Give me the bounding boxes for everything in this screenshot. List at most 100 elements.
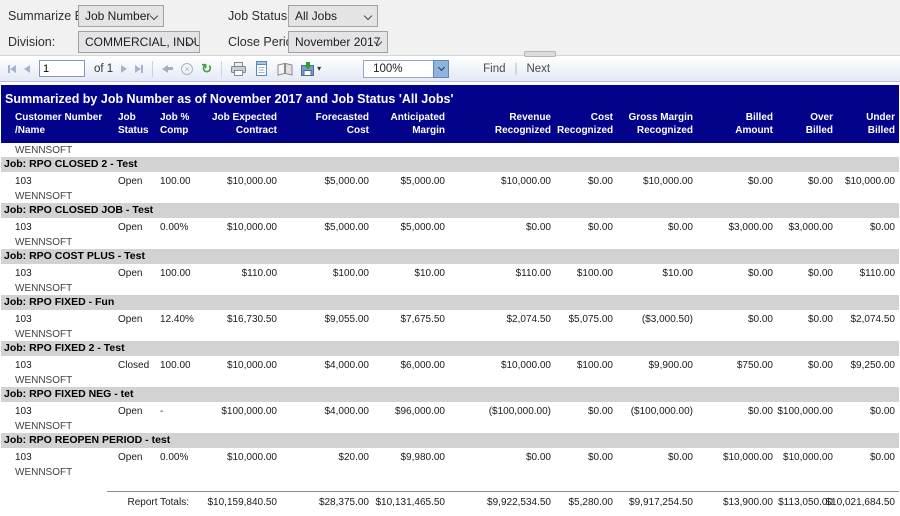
job-group-row: Job: RPO FIXED - Fun	[1, 295, 899, 310]
detail-cell: $750.00	[697, 356, 777, 373]
detail-cell: $100,000.00	[777, 402, 837, 419]
report-title: Summarized by Job Number as of November …	[5, 92, 453, 106]
detail-cell: $0.00	[555, 172, 617, 189]
stop-icon: ×	[181, 63, 193, 75]
detail-cell: $10,000.00	[837, 172, 899, 189]
refresh-button[interactable]: ↻	[197, 62, 216, 75]
export-caret-icon: ▾	[317, 64, 321, 73]
next-page-icon	[121, 65, 127, 73]
detail-cell: $10,000.00	[199, 448, 281, 465]
detail-cell: 103	[1, 356, 107, 373]
detail-cell: $0.00	[697, 172, 777, 189]
find-area: Find | Next	[483, 63, 550, 75]
detail-cell: $4,000.00	[281, 402, 373, 419]
detail-cell: 103	[1, 448, 107, 465]
export-button[interactable]: ▾	[297, 62, 325, 76]
print-layout-button[interactable]	[250, 61, 273, 76]
column-header: Revenue Recognized	[449, 109, 555, 143]
job-group-row: Job: RPO COST PLUS - Test	[1, 249, 899, 264]
detail-cell: 100.00	[157, 356, 199, 373]
detail-cell: $0.00	[837, 402, 899, 419]
first-page-button[interactable]	[4, 65, 20, 73]
zoom-dropdown-button[interactable]	[433, 60, 449, 78]
detail-cell: $2,074.50	[837, 310, 899, 327]
detail-cell: $0.00	[697, 264, 777, 281]
stop-button[interactable]: ×	[177, 63, 197, 75]
page-setup-button[interactable]	[273, 62, 297, 76]
next-page-button[interactable]	[117, 65, 131, 73]
report-total-cell: $10,021,684.50	[837, 491, 899, 508]
detail-cell: $110.00	[449, 264, 555, 281]
job-group-label: Job: RPO REOPEN PERIOD - test	[1, 433, 899, 448]
detail-cell: $96,000.00	[373, 402, 449, 419]
previous-page-button[interactable]	[20, 65, 34, 73]
detail-cell: $6,000.00	[373, 356, 449, 373]
printer-icon	[231, 62, 246, 76]
detail-cell: $5,000.00	[281, 172, 373, 189]
job-status-select[interactable]: All Jobs	[288, 5, 378, 27]
detail-cell: $9,900.00	[617, 356, 697, 373]
job-group-row: Job: RPO CLOSED 2 - Test	[1, 157, 899, 172]
detail-row: 103Open12.40%$16,730.50$9,055.00$7,675.5…	[1, 310, 899, 327]
back-to-parent-button[interactable]	[158, 65, 177, 73]
detail-cell: $100.00	[555, 264, 617, 281]
report-total-cell: $5,280.00	[555, 491, 617, 508]
detail-row: 103Open0.00%$10,000.00$5,000.00$5,000.00…	[1, 218, 899, 235]
job-group-label: Job: RPO FIXED 2 - Test	[1, 341, 899, 356]
column-header: Job Status	[107, 109, 157, 143]
next-button[interactable]: Next	[526, 63, 550, 75]
report-total-cell: $10,131,465.50	[373, 491, 449, 508]
detail-cell: 0.00%	[157, 218, 199, 235]
customer-name-row: WENNSOFT	[1, 465, 899, 479]
detail-cell: $0.00	[837, 448, 899, 465]
customer-name-cell: WENNSOFT	[1, 281, 899, 295]
find-button[interactable]: Find	[483, 63, 505, 75]
chevron-down-icon	[438, 64, 445, 71]
detail-cell: $3,000.00	[697, 218, 777, 235]
page-number-input[interactable]	[39, 60, 85, 77]
job-group-row: Job: RPO CLOSED JOB - Test	[1, 203, 899, 218]
report-total-cell: $28,375.00	[281, 491, 373, 508]
detail-cell: 12.40%	[157, 310, 199, 327]
detail-cell: $3,000.00	[777, 218, 837, 235]
detail-cell: $0.00	[697, 402, 777, 419]
detail-row: 103Open-$100,000.00$4,000.00$96,000.00($…	[1, 402, 899, 419]
detail-cell: 103	[1, 264, 107, 281]
detail-cell: ($100,000.00)	[449, 402, 555, 419]
chevron-down-icon	[150, 12, 158, 20]
customer-name-cell: WENNSOFT	[1, 235, 899, 249]
toolbar-separator	[152, 61, 153, 77]
detail-cell: Open	[107, 448, 157, 465]
print-button[interactable]	[227, 62, 250, 76]
toolbar-separator	[221, 61, 222, 77]
division-select[interactable]: COMMERCIAL, INDUS	[78, 31, 200, 53]
customer-name-row: WENNSOFT	[1, 327, 899, 341]
export-icon	[301, 62, 315, 76]
column-header: Billed Amount	[697, 109, 777, 143]
zoom-select[interactable]: 100%	[363, 60, 449, 78]
splitter-handle[interactable]	[524, 51, 556, 57]
last-page-button[interactable]	[131, 65, 147, 73]
detail-cell: 100.00	[157, 172, 199, 189]
detail-cell: $0.00	[777, 310, 837, 327]
close-period-select[interactable]: November 2017	[288, 31, 388, 53]
detail-cell: $0.00	[617, 218, 697, 235]
detail-cell: Open	[107, 172, 157, 189]
detail-cell: $16,730.50	[199, 310, 281, 327]
detail-cell: $5,000.00	[373, 218, 449, 235]
report-table: Summarized by Job Number as of November …	[1, 85, 899, 508]
detail-cell: $9,980.00	[373, 448, 449, 465]
refresh-icon: ↻	[201, 62, 212, 75]
spacer	[1, 491, 107, 508]
job-status-label: Job Status:	[228, 9, 291, 23]
customer-name-cell: WENNSOFT	[1, 465, 899, 479]
job-group-row: Job: RPO FIXED NEG - tet	[1, 387, 899, 402]
job-group-label: Job: RPO FIXED NEG - tet	[1, 387, 899, 402]
report-area: Summarized by Job Number as of November …	[0, 82, 900, 508]
report-total-cell: $13,900.00	[697, 491, 777, 508]
detail-row: 103Open100.00$10,000.00$5,000.00$5,000.0…	[1, 172, 899, 189]
summarize-by-select[interactable]: Job Number	[78, 5, 164, 27]
page-setup-icon	[277, 62, 293, 76]
customer-name-cell: WENNSOFT	[1, 189, 899, 203]
customer-name-row: WENNSOFT	[1, 373, 899, 387]
